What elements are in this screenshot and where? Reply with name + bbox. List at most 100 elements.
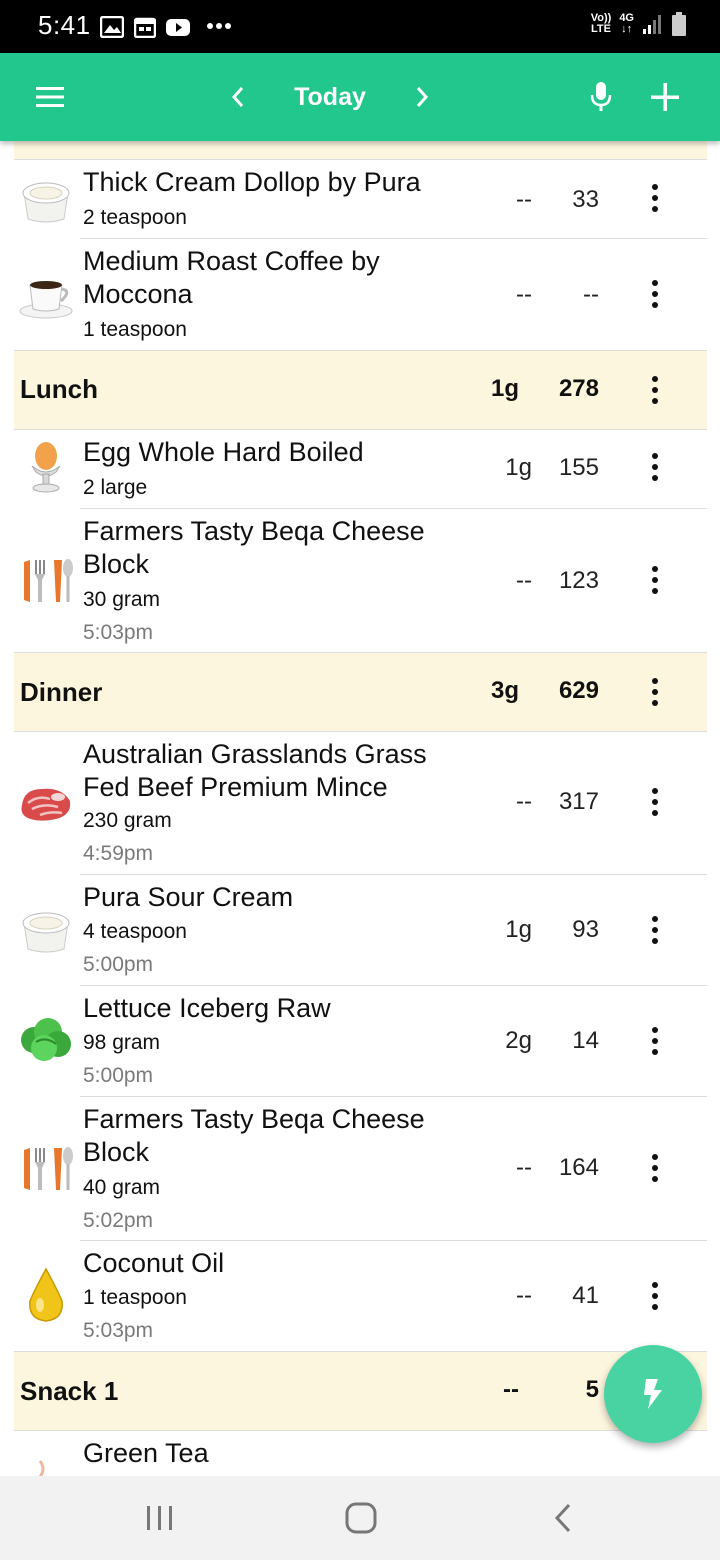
calorie-value: 14 — [572, 1027, 599, 1054]
food-time: 5:03pm — [83, 621, 154, 644]
lettuce-icon — [21, 1018, 71, 1061]
back-chevron-icon — [554, 1503, 571, 1533]
date-title[interactable]: Today — [270, 53, 390, 141]
meal-section-lunch[interactable]: Lunch 1g 278 — [14, 350, 707, 430]
food-entry[interactable]: Green Tea — [0, 1431, 720, 1476]
coffee-cup-icon — [19, 281, 73, 319]
battery-icon — [672, 12, 686, 36]
food-name: Pura Sour Cream — [83, 882, 294, 912]
food-serving: 4 teaspoon — [83, 920, 187, 943]
carb-value: -- — [516, 1282, 532, 1309]
fork-knife-icon — [24, 559, 73, 602]
menu-button[interactable] — [20, 53, 80, 141]
tea-icon — [38, 1460, 45, 1476]
section-more-options-button[interactable] — [640, 370, 670, 410]
calorie-value: 93 — [572, 916, 599, 943]
food-entry[interactable]: Thick Cream Dollop by Pura 2 teaspoon --… — [0, 160, 720, 238]
youtube-icon — [166, 19, 190, 36]
more-options-button[interactable] — [640, 447, 670, 487]
carb-value: 1g — [505, 454, 532, 481]
food-entry[interactable]: Coconut Oil 1 teaspoon 5:03pm -- 41 — [0, 1241, 720, 1351]
more-options-button[interactable] — [640, 1021, 670, 1061]
oil-drop-icon — [29, 1267, 63, 1322]
food-time: 5:02pm — [83, 1209, 154, 1232]
plus-icon — [651, 83, 679, 111]
more-options-button[interactable] — [640, 560, 670, 600]
add-food-button[interactable] — [640, 53, 690, 141]
voice-input-button[interactable] — [576, 53, 626, 141]
status-bar: 5:41 Vo)) LTE 4G ↓↑ — [0, 0, 720, 53]
food-serving: 230 gram — [83, 809, 172, 832]
quick-add-fab[interactable] — [604, 1345, 702, 1443]
section-calorie-total: 278 — [558, 375, 599, 402]
lightning-bolt-icon — [644, 1379, 662, 1409]
carb-value: -- — [516, 567, 532, 594]
home-button[interactable] — [311, 1476, 411, 1560]
food-entry[interactable]: Australian Grasslands Grass Fed Beef Pre… — [0, 732, 720, 874]
food-entry[interactable]: Egg Whole Hard Boiled 2 large 1g 155 — [0, 430, 720, 508]
section-carb-total: 3g — [490, 677, 519, 704]
app-bar: Today — [0, 53, 720, 141]
cream-icon — [22, 912, 70, 953]
calorie-value: 41 — [572, 1282, 599, 1309]
section-title: Dinner — [20, 677, 103, 707]
back-button[interactable] — [513, 1476, 613, 1560]
carb-value: -- — [516, 281, 532, 308]
section-calorie-total: 629 — [558, 677, 599, 704]
food-log-list[interactable]: Thick Cream Dollop by Pura 2 teaspoon --… — [0, 141, 720, 1476]
food-entry[interactable]: Medium Roast Coffee by Moccona 1 teaspoo… — [0, 239, 720, 350]
status-time: 5:41 — [38, 10, 91, 40]
more-options-button[interactable] — [640, 782, 670, 822]
home-icon — [345, 1502, 377, 1534]
more-options-button[interactable] — [640, 1148, 670, 1188]
more-options-button[interactable] — [640, 178, 670, 218]
section-calorie-total: 5 — [585, 1376, 599, 1403]
section-carb-total: 1g — [490, 375, 519, 402]
meal-section-dinner[interactable]: Dinner 3g 629 — [14, 652, 707, 732]
more-options-button[interactable] — [640, 1276, 670, 1316]
food-name: Green Tea — [83, 1438, 209, 1468]
food-serving: 98 gram — [83, 1031, 161, 1054]
carb-value: -- — [516, 186, 532, 213]
section-title: Snack 1 — [20, 1376, 119, 1406]
microphone-icon — [590, 82, 612, 111]
recent-apps-button[interactable] — [110, 1476, 210, 1560]
food-name: Lettuce Iceberg Raw — [83, 993, 331, 1023]
calorie-value: 123 — [558, 567, 599, 594]
food-entry[interactable]: Lettuce Iceberg Raw 98 gram 5:00pm 2g 14 — [0, 986, 720, 1096]
food-entry[interactable]: Farmers Tasty Beqa Cheese Block 30 gram … — [0, 509, 720, 652]
more-options-button[interactable] — [640, 274, 670, 314]
next-day-button[interactable] — [397, 53, 447, 141]
food-time: 5:00pm — [83, 1064, 154, 1087]
food-name: Egg Whole Hard Boiled — [83, 437, 364, 467]
food-time: 4:59pm — [83, 842, 154, 865]
food-serving: 2 large — [83, 476, 148, 499]
food-name: Coconut Oil — [83, 1248, 225, 1278]
more-options-button[interactable] — [640, 910, 670, 950]
food-name: Farmers Tasty Beqa Cheese Block — [83, 1104, 425, 1167]
carb-value: -- — [516, 1154, 532, 1181]
food-name: Medium Roast Coffee by Moccona — [83, 246, 380, 309]
raw-meat-icon — [21, 788, 71, 821]
status-indicators: Vo)) LTE 4G ↓↑ — [591, 12, 686, 36]
food-time: 5:00pm — [83, 953, 154, 976]
food-name: Thick Cream Dollop by Pura — [83, 167, 421, 197]
carb-value: 2g — [505, 1027, 532, 1054]
food-entry[interactable]: Pura Sour Cream 4 teaspoon 5:00pm 1g 93 — [0, 875, 720, 985]
network-type-indicator: 4G ↓↑ — [619, 12, 634, 35]
calorie-value: -- — [583, 281, 599, 308]
calorie-value: 164 — [558, 1154, 599, 1181]
hamburger-menu-icon — [36, 87, 64, 107]
signal-icon — [643, 15, 661, 34]
cream-icon — [22, 182, 70, 223]
chevron-left-icon — [231, 87, 244, 107]
food-name: Australian Grasslands Grass Fed Beef Pre… — [83, 739, 427, 802]
carb-value: 1g — [505, 916, 532, 943]
section-carb-total: -- — [503, 1376, 519, 1403]
previous-day-button[interactable] — [213, 53, 263, 141]
food-entry[interactable]: Farmers Tasty Beqa Cheese Block 40 gram … — [0, 1097, 720, 1240]
food-serving: 1 teaspoon — [83, 318, 187, 341]
section-more-options-button[interactable] — [640, 672, 670, 712]
food-time: 5:03pm — [83, 1319, 154, 1342]
recent-apps-icon — [147, 1506, 172, 1530]
